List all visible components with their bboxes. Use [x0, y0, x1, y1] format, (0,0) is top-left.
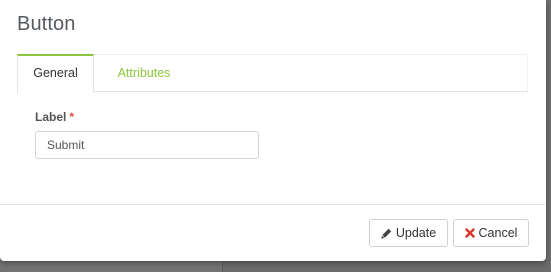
cancel-button[interactable]: Cancel: [453, 219, 529, 247]
dialog-title: Button: [17, 13, 76, 35]
close-icon: [464, 228, 475, 238]
required-mark: *: [69, 110, 75, 124]
cancel-button-label: Cancel: [478, 225, 518, 240]
label-field-label-text: Label: [35, 110, 67, 124]
tab-general[interactable]: General: [17, 54, 94, 93]
footer-divider: [0, 204, 546, 205]
label-field-label: Label *: [35, 110, 74, 124]
backdrop-panel: [222, 260, 551, 272]
pencil-icon: [381, 228, 392, 239]
update-button-label: Update: [395, 225, 437, 240]
backdrop: [0, 260, 222, 272]
update-button[interactable]: Update: [369, 219, 448, 247]
button-dialog: Button General Attributes Label* Update …: [0, 0, 546, 261]
tab-attributes[interactable]: Attributes: [99, 54, 189, 92]
tab-bar: General Attributes: [17, 54, 528, 93]
label-input[interactable]: [35, 131, 259, 159]
